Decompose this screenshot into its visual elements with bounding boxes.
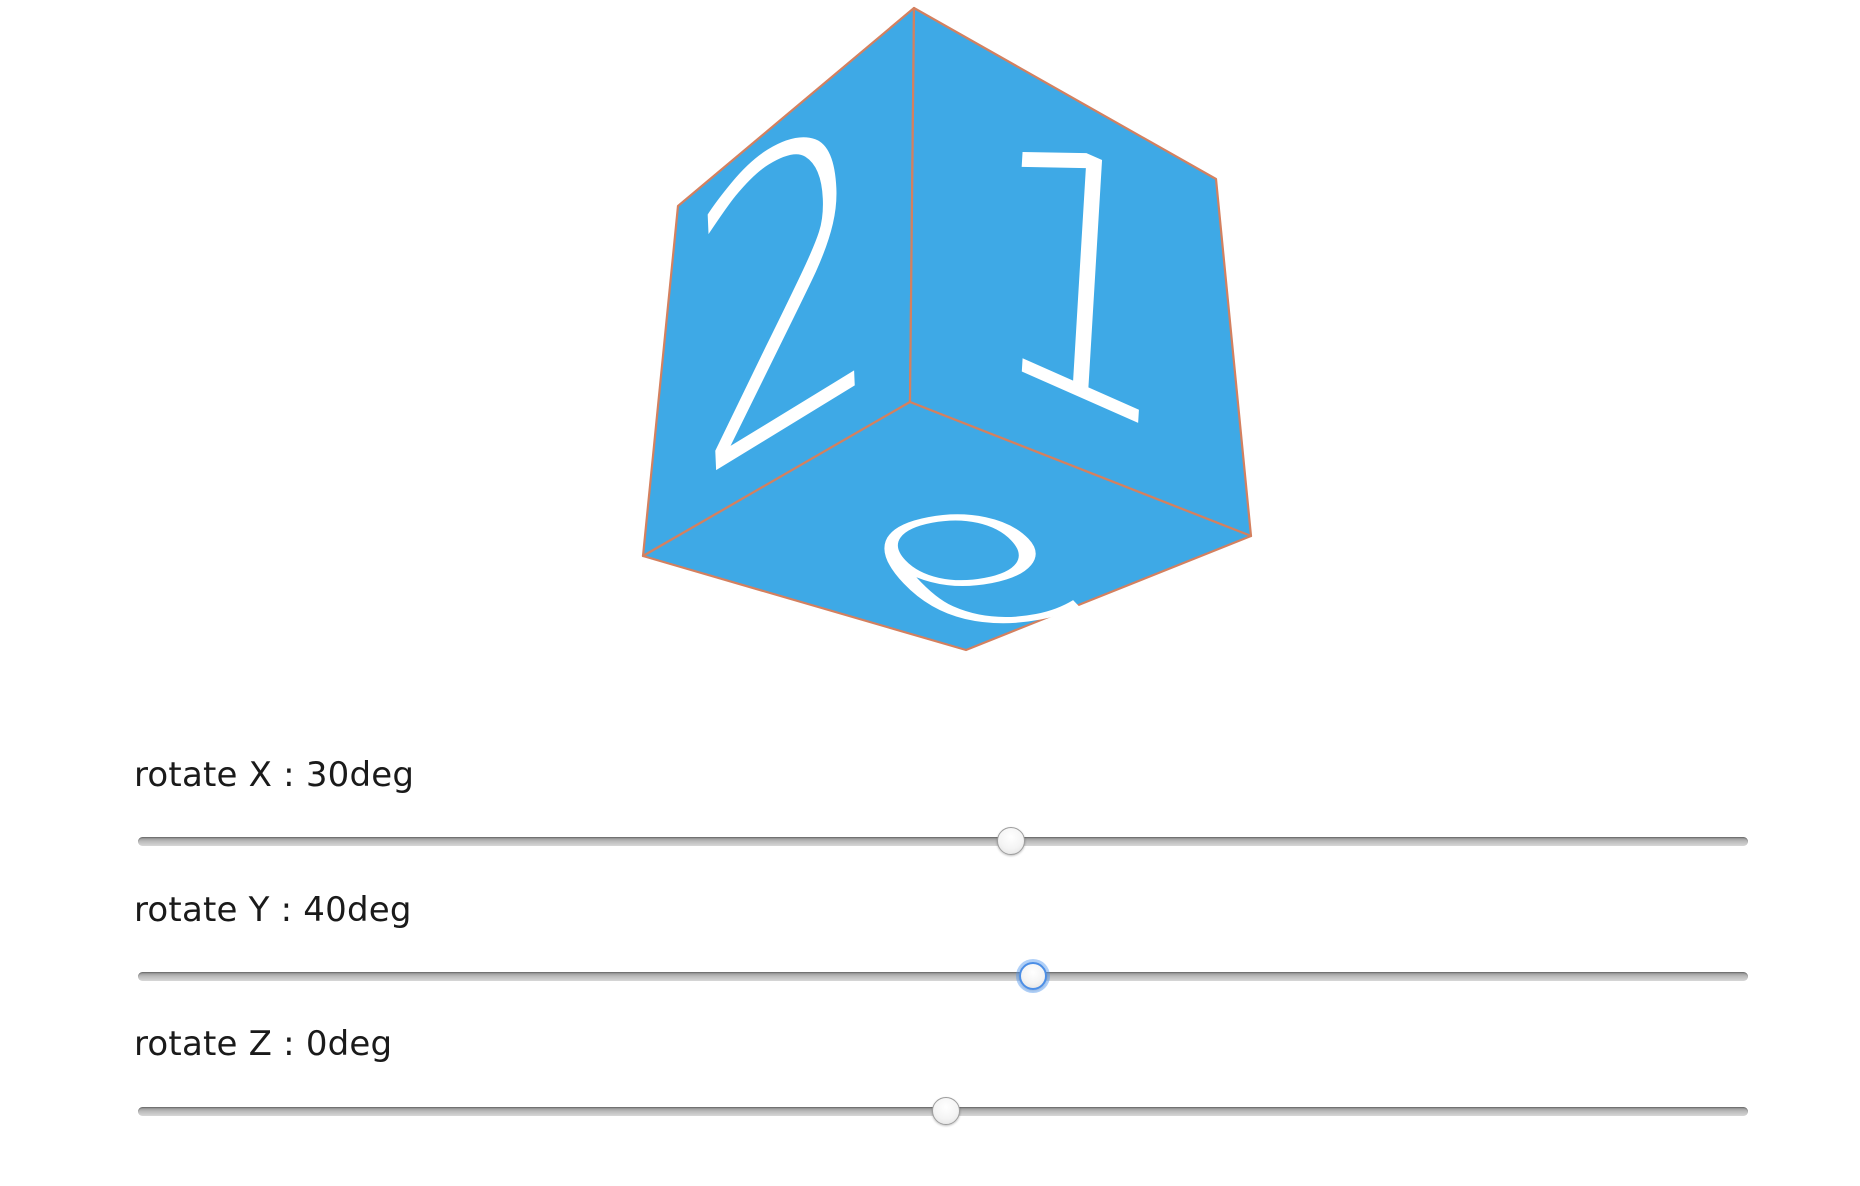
rotate-z-slider[interactable] [138,1092,1748,1132]
rotate-z-slider-thumb[interactable] [932,1097,961,1125]
rotate-y-slider-track[interactable] [138,972,1748,981]
rotate-x-slider-thumb[interactable] [996,827,1025,855]
rotate-z-label: rotate Z : 0deg [134,1024,393,1064]
cube: 2 1 6 [641,6,1253,667]
cube-stage: 2 1 6 [0,0,1860,700]
rotate-y-slider-thumb[interactable] [1019,962,1048,990]
rotate-y-slider[interactable] [138,957,1748,997]
rotate-x-slider-track[interactable] [138,837,1748,846]
rotate-x-label: rotate X : 30deg [134,755,415,795]
rotate-x-slider[interactable] [138,822,1748,862]
rotate-y-label: rotate Y : 40deg [134,890,412,930]
